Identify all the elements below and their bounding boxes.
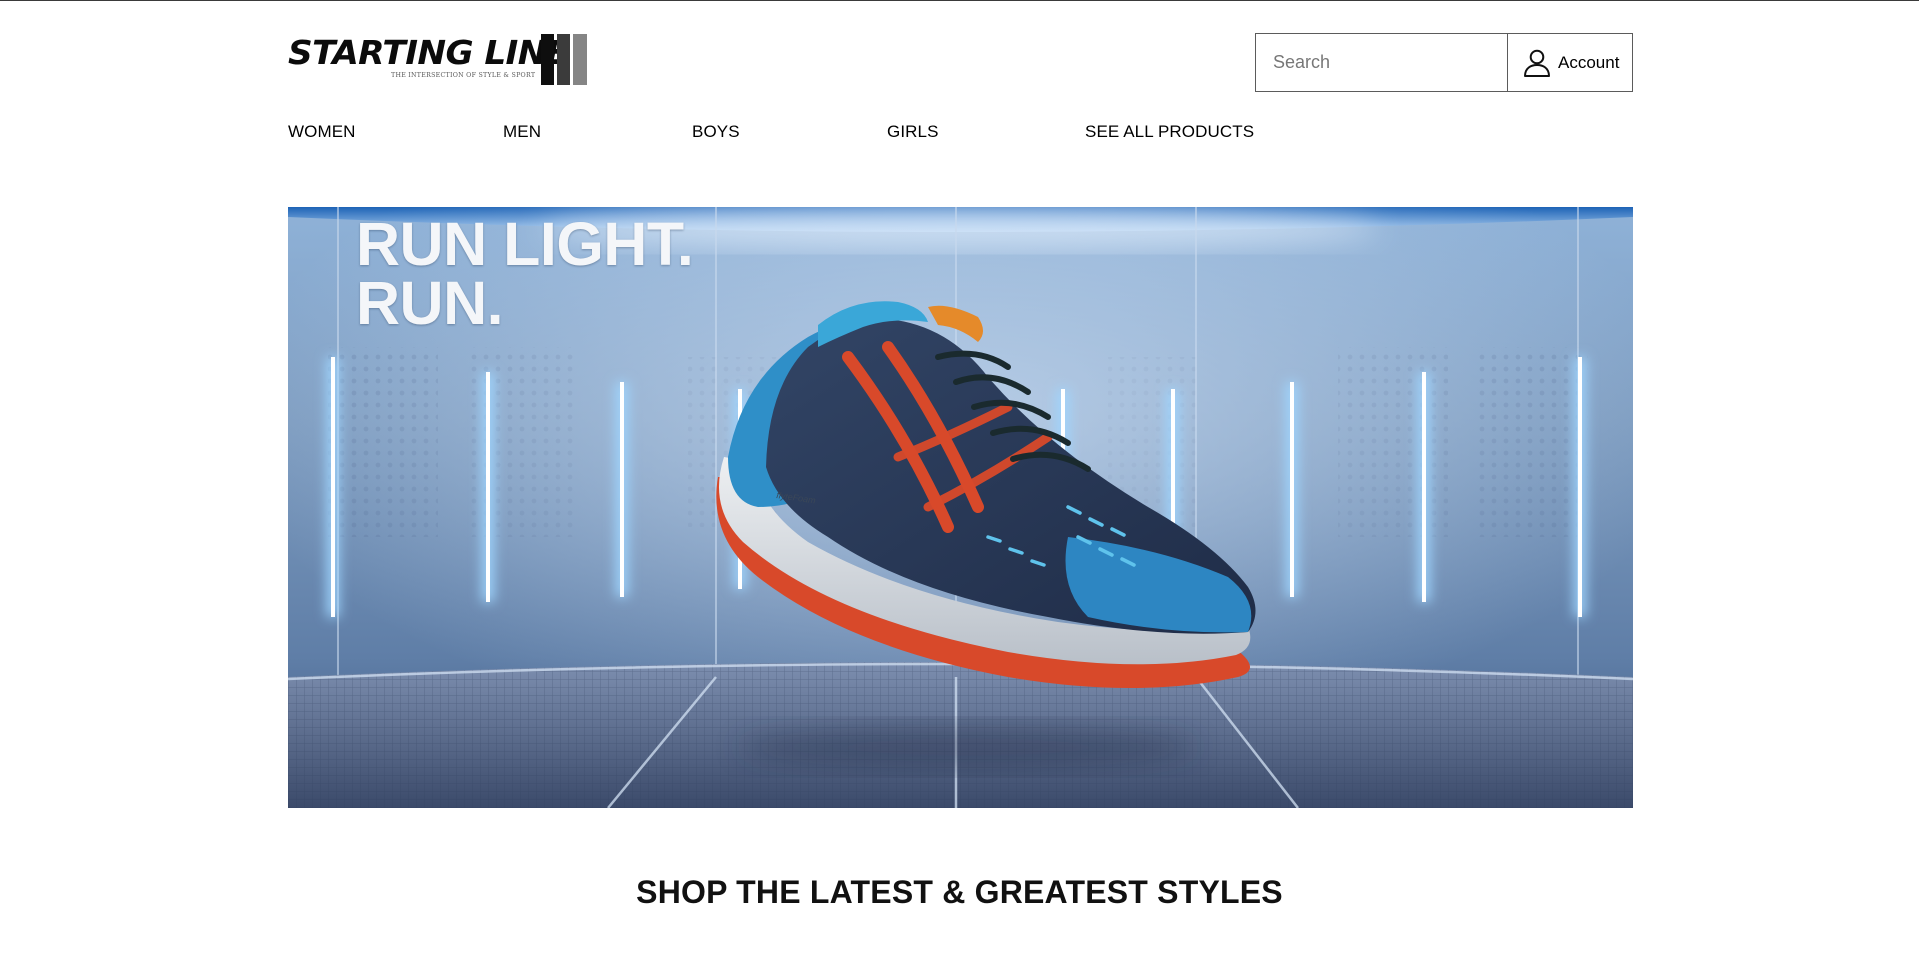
nav-item-men[interactable]: MEN xyxy=(503,122,541,142)
section-title: SHOP THE LATEST & GREATEST STYLES xyxy=(636,874,1283,910)
account-label: Account xyxy=(1558,52,1620,72)
logo-wordmark: STARTING LINE xyxy=(288,33,569,72)
hero-banner[interactable]: flyteFoam RUN LIGHT. RUN. xyxy=(288,207,1633,808)
hero-headline-line2: RUN. xyxy=(356,269,504,337)
top-divider xyxy=(0,0,1919,1)
nav-item-women[interactable]: WOMEN xyxy=(288,122,356,142)
main-navigation: WOMEN MEN BOYS GIRLS SEE ALL PRODUCTS xyxy=(288,122,1633,146)
hero-headline-line1: RUN LIGHT. xyxy=(356,210,694,278)
site-logo[interactable]: STARTING LINE THE INTERSECTION OF STYLE … xyxy=(288,33,588,87)
account-button[interactable]: Account xyxy=(1507,33,1633,92)
search-field[interactable] xyxy=(1255,33,1508,92)
nav-item-boys[interactable]: BOYS xyxy=(692,122,740,142)
nav-item-see-all-products[interactable]: SEE ALL PRODUCTS xyxy=(1085,122,1254,142)
logo-tagline: THE INTERSECTION OF STYLE & SPORT xyxy=(391,72,536,79)
logo-bars-icon xyxy=(541,34,587,85)
search-input[interactable] xyxy=(1256,34,1507,91)
nav-item-girls[interactable]: GIRLS xyxy=(887,122,939,142)
hero-headline: RUN LIGHT. RUN. xyxy=(356,210,694,337)
user-icon xyxy=(1524,49,1550,77)
